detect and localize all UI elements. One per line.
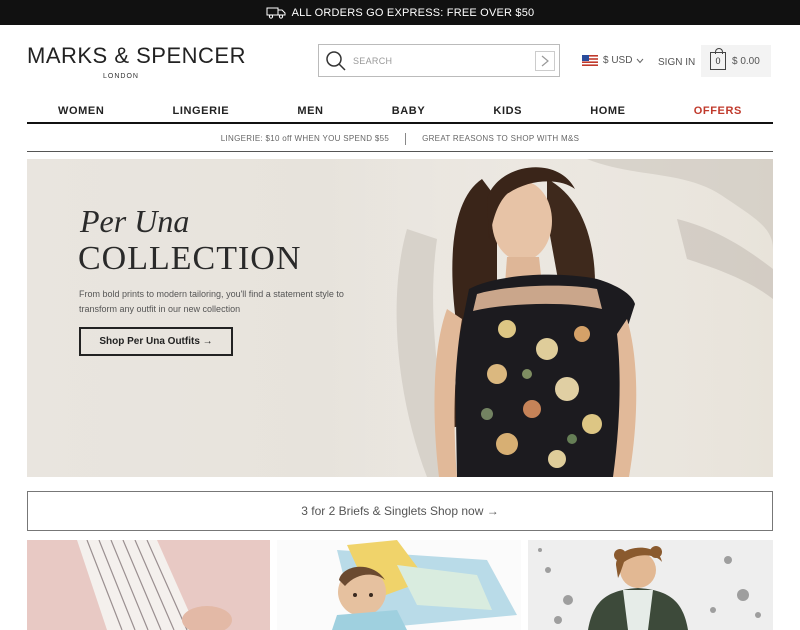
search-submit-button[interactable] (535, 51, 555, 71)
category-tiles (27, 540, 773, 630)
nav-item-women[interactable]: WOMEN (58, 105, 104, 117)
cart-count: 0 (715, 56, 721, 66)
tile-image-stripes (27, 540, 270, 630)
main-nav: WOMEN LINGERIE MEN BABY KIDS HOME OFFERS (27, 100, 773, 124)
promo-topbar[interactable]: ALL ORDERS GO EXPRESS: FREE OVER $50 (0, 0, 800, 25)
category-tile-kids[interactable] (528, 540, 773, 630)
brand-city: LONDON (103, 73, 139, 80)
brand-name: MARKS & SPENCER (27, 43, 246, 68)
currency-label: $ USD (603, 55, 633, 66)
search-icon (326, 50, 346, 71)
nav-item-lingerie[interactable]: LINGERIE (173, 105, 230, 117)
hero-title: COLLECTION (78, 240, 302, 277)
promo-reasons-link[interactable]: GREAT REASONS TO SHOP WITH M&S (422, 134, 579, 143)
hero-banner[interactable]: Per Una COLLECTION From bold prints to m… (27, 159, 773, 477)
hero-description: From bold prints to modern tailoring, yo… (79, 289, 344, 314)
cart-total: $ 0.00 (732, 55, 760, 67)
sign-in-link[interactable]: SIGN IN (658, 57, 695, 68)
nav-item-baby[interactable]: BABY (392, 105, 426, 117)
category-tile-lingerie[interactable] (27, 540, 270, 630)
chevron-down-icon (637, 58, 644, 63)
brand-logo[interactable]: MARKS & SPENCER LONDON (27, 43, 246, 80)
nav-item-home[interactable]: HOME (590, 105, 625, 117)
currency-selector[interactable]: $ USD (582, 55, 644, 66)
tile-image-kids (528, 540, 773, 630)
category-tile-baby[interactable] (277, 540, 521, 630)
briefs-promo-banner[interactable]: 3 for 2 Briefs & Singlets Shop now → (27, 491, 773, 531)
promo-lingerie-link[interactable]: LINGERIE: $10 off WHEN YOU SPEND $55 (221, 134, 389, 143)
tile-image-baby (277, 540, 521, 630)
nav-item-offers[interactable]: OFFERS (694, 105, 742, 117)
site-header: MARKS & SPENCER LONDON $ USD SIGN IN 0 $… (0, 25, 800, 100)
search-input[interactable] (351, 54, 525, 67)
shopping-bag-icon: 0 (710, 48, 726, 70)
cart-button[interactable]: 0 $ 0.00 (701, 45, 771, 77)
truck-icon (266, 7, 286, 19)
shop-per-una-button[interactable]: Shop Per Una Outfits → (79, 327, 233, 356)
chevron-right-icon (541, 55, 549, 67)
promo-strip: LINGERIE: $10 off WHEN YOU SPEND $55 GRE… (27, 126, 773, 152)
nav-item-men[interactable]: MEN (297, 105, 323, 117)
promo-divider (405, 132, 407, 145)
nav-item-kids[interactable]: KIDS (493, 105, 522, 117)
topbar-message: ALL ORDERS GO EXPRESS: FREE OVER $50 (291, 6, 535, 19)
search-box (318, 44, 560, 77)
us-flag-icon (582, 55, 598, 66)
hero-title-italic: Per Una (80, 203, 190, 239)
